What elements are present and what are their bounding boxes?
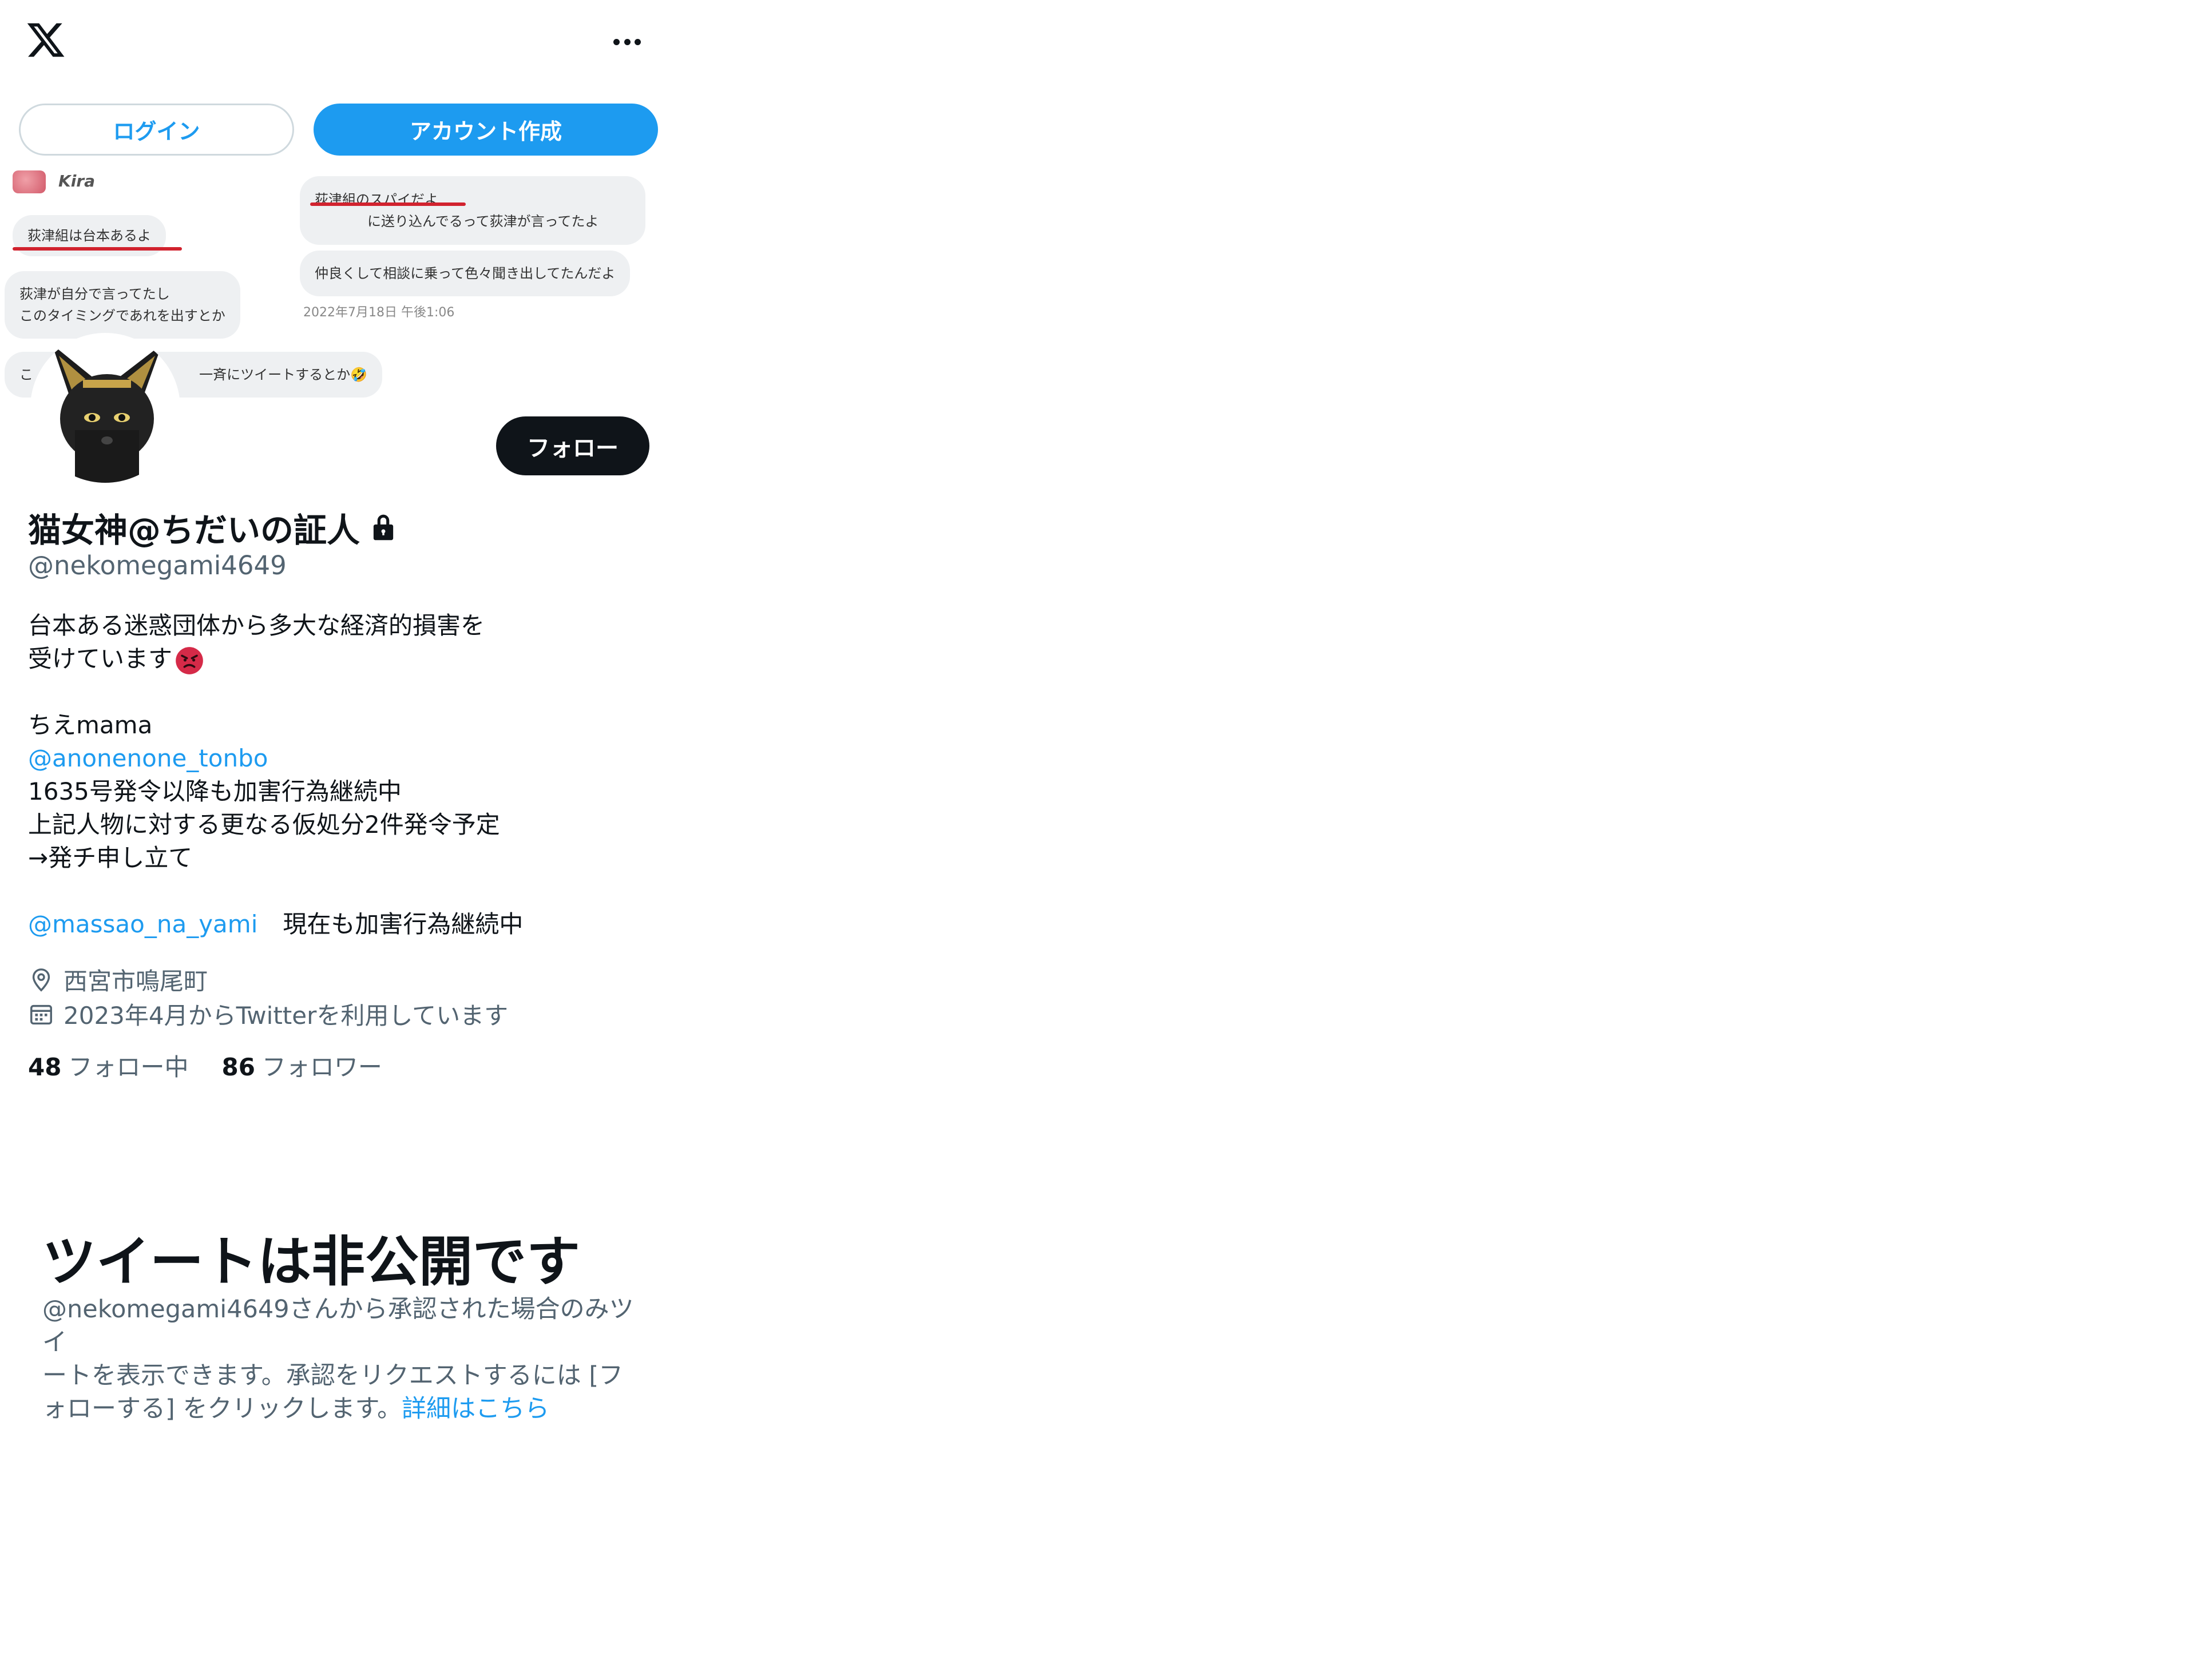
display-name-text: 猫女神@ちだいの証人 — [28, 511, 360, 550]
profile-display-name: 猫女神@ちだいの証人 — [28, 503, 395, 551]
profile-location: 西宮市鳴尾町 — [28, 962, 208, 997]
bio-line: 上記人物に対する更なる仮処分2件発令予定 — [28, 811, 500, 839]
profile-bio: 台本ある迷惑団体から多大な経済的損害を 受けています ちえmama @anone… — [28, 609, 523, 941]
bio-line: @massao_na_yami 現在も加害行為継続中 — [28, 910, 524, 938]
x-logo-icon[interactable] — [25, 19, 66, 61]
chat-bubble: 仲良くして相談に乗って色々聞き出してたんだよ — [300, 251, 631, 296]
followers-link[interactable]: 86 フォロワー — [221, 1048, 382, 1083]
location-pin-icon — [32, 968, 50, 992]
bio-line: 1635号発令以降も加害行為継続中 — [28, 777, 402, 805]
more-horizontal-icon[interactable] — [613, 35, 641, 48]
chat-timestamp: 2022年7月18日 午後1:06 — [303, 305, 455, 320]
profile-avatar[interactable] — [30, 333, 180, 483]
chat-user-name: Kira — [58, 172, 95, 190]
chat-bubble: 荻津が自分で言ってたし このタイミングであれを出すとか — [5, 271, 240, 339]
bio-line: 受けています — [28, 642, 523, 676]
chat-bubble: 荻津組のスパイだよ に送り込んでるって荻津が言ってたよ — [300, 176, 645, 245]
profile-handle: @nekomegami4649 — [28, 550, 287, 581]
private-notice-title: ツイートは非公開です — [42, 1231, 581, 1293]
red-underline — [13, 247, 182, 251]
bio-mention-link[interactable]: @anonenone_tonbo — [28, 742, 523, 775]
follow-stats: 48 フォロー中 86 フォロワー — [28, 1048, 382, 1083]
bio-mention-link[interactable]: @massao_na_yami — [28, 910, 257, 938]
bio-line: 台本ある迷惑団体から多大な経済的損害を — [28, 611, 485, 640]
profile-join-date: 2023年4月からTwitterを利用しています — [28, 996, 508, 1031]
learn-more-link[interactable]: 詳細はこちら — [402, 1395, 549, 1423]
profile-page: ログイン アカウント作成 Kira 荻津組は台本あるよ 荻津が自分で言ってたし … — [0, 0, 2204, 1680]
bio-line: ちえmama — [28, 711, 153, 739]
calendar-icon — [30, 1004, 52, 1024]
private-notice-text: @nekomegami4649さんから承認された場合のみツイ ートを表示できます… — [42, 1295, 634, 1423]
angry-face-emoji-icon — [176, 646, 203, 674]
lock-icon — [373, 514, 394, 541]
following-link[interactable]: 48 フォロー中 — [28, 1048, 188, 1083]
chat-user-avatar — [13, 170, 46, 193]
follow-button[interactable]: フォロー — [496, 416, 649, 475]
login-button[interactable]: ログイン — [19, 104, 294, 156]
bio-line: →発チ申し立て — [28, 844, 193, 872]
signup-button[interactable]: アカウント作成 — [314, 104, 658, 156]
red-underline — [310, 202, 466, 206]
